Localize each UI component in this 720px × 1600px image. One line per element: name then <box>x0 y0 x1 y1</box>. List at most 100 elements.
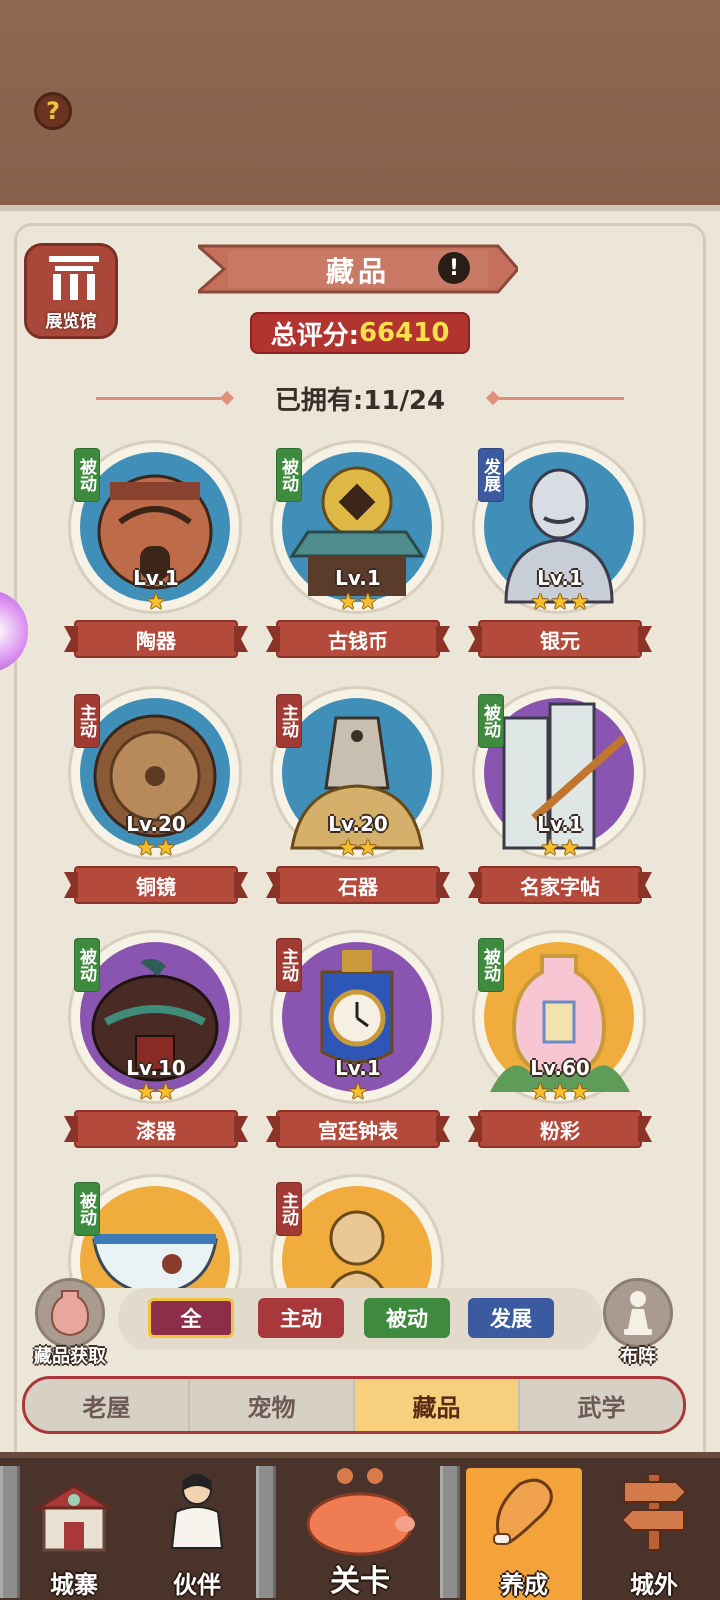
item-name: 漆器 <box>74 1110 238 1148</box>
tab-collection[interactable]: 藏品 <box>355 1379 520 1431</box>
item-name: 宫廷钟表 <box>276 1110 440 1148</box>
score-label: 总评分: <box>270 320 359 351</box>
info-button[interactable]: ! <box>438 252 470 284</box>
collection-card-mingjiazitie[interactable]: 被动 Lv.1 ★★ 名家字帖 <box>470 680 650 908</box>
level-label: Lv.20 <box>328 812 388 836</box>
type-tag: 被动 <box>276 448 302 502</box>
collection-card-bowl[interactable]: 被动 <box>66 1168 246 1288</box>
meat-icon <box>493 1478 553 1545</box>
score-value: 66410 <box>358 318 450 348</box>
signpost-icon <box>620 1473 688 1551</box>
item-name: 银元 <box>478 620 642 658</box>
formation-button[interactable]: 布阵 <box>590 1278 686 1367</box>
star-rating-icon: ★★ <box>540 836 580 861</box>
nav-stage-label: 关卡 <box>330 1564 390 1599</box>
collection-grid: 被动 Lv.1 ★ 陶器 被动 Lv.1 ★★ 古钱币 发展 Lv.1 ★★★ 银元 主动 Lv.20 ★★… <box>0 430 720 1288</box>
filter-bar: 全 主动 被动 发展 <box>118 1288 602 1350</box>
tab-old-house[interactable]: 老屋 <box>25 1379 190 1431</box>
nav-partner[interactable]: 伙伴 <box>142 1468 252 1600</box>
item-name: 石器 <box>276 866 440 904</box>
nav-outside[interactable]: 城外 <box>598 1468 710 1600</box>
page-title: 藏品 <box>325 255 390 288</box>
filter-develop-button[interactable]: 发展 <box>468 1298 554 1338</box>
collection-card-gongtingzhongbiao[interactable]: 主动 Lv.1 ★ 宫廷钟表 <box>268 924 448 1152</box>
star-rating-icon: ★★ <box>338 590 378 615</box>
rooster-bowl-icon <box>92 1234 218 1288</box>
type-tag: 被动 <box>74 1182 100 1236</box>
tab-pets[interactable]: 宠物 <box>190 1379 355 1431</box>
hall-icon <box>49 256 99 300</box>
type-tag: 主动 <box>276 1182 302 1236</box>
exhibition-hall-button[interactable]: 展览馆 <box>24 243 118 339</box>
collection-card-taoqi[interactable]: 被动 Lv.1 ★ 陶器 <box>66 434 246 662</box>
collection-card-yinyuan[interactable]: 发展 Lv.1 ★★★ 银元 <box>470 434 650 662</box>
item-name: 陶器 <box>74 620 238 658</box>
level-label: Lv.1 <box>335 566 381 590</box>
vase-icon <box>35 1278 105 1348</box>
star-rating-icon: ★★ <box>136 1080 176 1105</box>
type-tag: 主动 <box>276 694 302 748</box>
type-tag: 主动 <box>276 938 302 992</box>
bottom-nav: 城寨 伙伴 关卡 养成 城外 <box>0 1452 720 1600</box>
level-label: Lv.20 <box>126 812 186 836</box>
type-tag: 被动 <box>74 448 100 502</box>
level-label: Lv.1 <box>537 566 583 590</box>
nav-pillar <box>440 1466 460 1598</box>
top-bar: ? <box>0 0 720 205</box>
item-name: 古钱币 <box>276 620 440 658</box>
type-tag: 被动 <box>74 938 100 992</box>
owned-count-row: 已拥有:11/24 <box>96 380 624 416</box>
chess-pawn-icon <box>603 1278 673 1348</box>
star-rating-icon: ★★ <box>136 836 176 861</box>
collection-card-guqianbi[interactable]: 被动 Lv.1 ★★ 古钱币 <box>268 434 448 662</box>
level-label: Lv.1 <box>335 1056 381 1080</box>
acquire-collection-button[interactable]: 藏品获取 <box>22 1278 118 1367</box>
level-label: Lv.60 <box>530 1056 590 1080</box>
help-button[interactable]: ? <box>34 92 72 130</box>
tab-martial-arts[interactable]: 武学 <box>520 1379 683 1431</box>
nav-develop-label: 养成 <box>500 1571 548 1599</box>
total-score: 总评分: 66410 <box>250 312 470 354</box>
category-tabs: 老屋 宠物 藏品 武学 <box>22 1376 686 1434</box>
star-rating-icon: ★★★ <box>530 1080 590 1105</box>
nav-fortress[interactable]: 城寨 <box>14 1468 134 1600</box>
type-tag: 主动 <box>74 694 100 748</box>
star-rating-icon: ★★★ <box>530 590 590 615</box>
star-rating-icon: ★ <box>146 590 166 615</box>
partner-icon <box>170 1474 224 1549</box>
acquire-label: 藏品获取 <box>34 1346 106 1367</box>
collection-card-fencai[interactable]: 被动 Lv.60 ★★★ 粉彩 <box>470 924 650 1152</box>
pig-map-icon <box>306 1468 415 1556</box>
level-label: Lv.10 <box>126 1056 186 1080</box>
collection-card-qiqi[interactable]: 被动 Lv.10 ★★ 漆器 <box>66 924 246 1152</box>
filter-all-button[interactable]: 全 <box>148 1298 234 1338</box>
nav-stage[interactable]: 关卡 <box>282 1468 438 1600</box>
nav-fortress-label: 城寨 <box>50 1571 98 1599</box>
type-tag: 发展 <box>478 448 504 502</box>
fortress-icon <box>34 1484 114 1552</box>
divider-right <box>493 396 624 400</box>
buddha-statue-icon <box>329 1210 385 1288</box>
star-rating-icon: ★ <box>348 1080 368 1105</box>
collection-card-shiqi[interactable]: 主动 Lv.20 ★★ 石器 <box>268 680 448 908</box>
owned-count: 已拥有:11/24 <box>274 385 446 416</box>
formation-label: 布阵 <box>620 1346 656 1367</box>
level-label: Lv.1 <box>537 812 583 836</box>
filter-active-button[interactable]: 主动 <box>258 1298 344 1338</box>
exhibition-hall-label: 展览馆 <box>45 312 97 332</box>
nav-develop[interactable]: 养成 <box>466 1468 582 1600</box>
collection-card-tongjing[interactable]: 主动 Lv.20 ★★ 铜镜 <box>66 680 246 908</box>
type-tag: 被动 <box>478 694 504 748</box>
item-name: 名家字帖 <box>478 866 642 904</box>
nav-outside-label: 城外 <box>630 1571 678 1599</box>
collection-card-buddha[interactable]: 主动 <box>268 1168 448 1288</box>
divider-left <box>96 396 226 400</box>
item-name: 粉彩 <box>478 1110 642 1148</box>
level-label: Lv.1 <box>133 566 179 590</box>
type-tag: 被动 <box>478 938 504 992</box>
item-name: 铜镜 <box>74 866 238 904</box>
nav-pillar <box>256 1466 276 1598</box>
nav-partner-label: 伙伴 <box>173 1571 221 1599</box>
star-rating-icon: ★★ <box>338 836 378 861</box>
filter-passive-button[interactable]: 被动 <box>364 1298 450 1338</box>
